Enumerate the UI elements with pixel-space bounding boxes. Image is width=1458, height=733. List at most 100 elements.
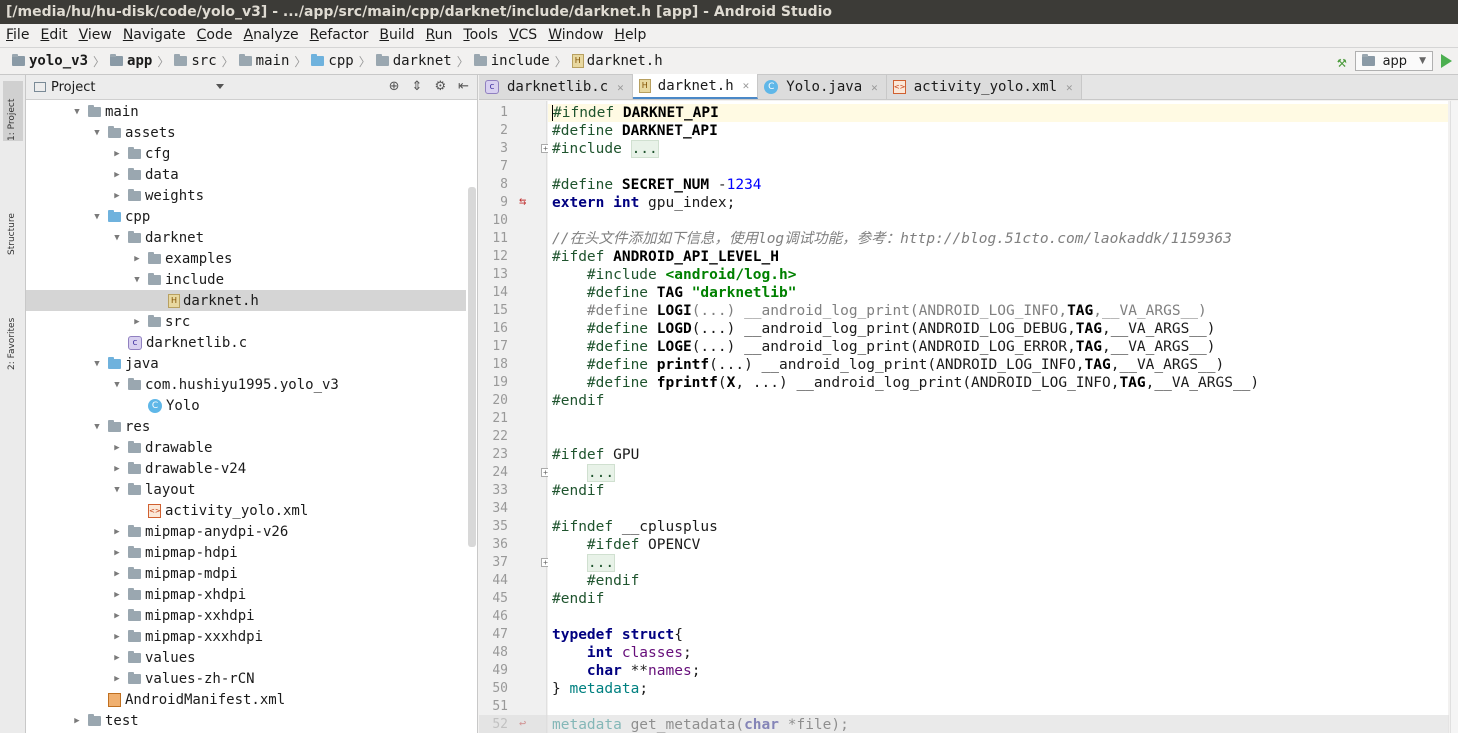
expand-arrow-down-icon[interactable]: ▼ (110, 380, 124, 390)
project-tree-scrollbar[interactable] (468, 187, 476, 547)
tree-item[interactable]: ▼ java (26, 353, 466, 374)
tree-item[interactable]: ▶ values-zh-rCN (26, 668, 466, 689)
expand-arrow-down-icon[interactable]: ▼ (110, 485, 124, 495)
tree-item[interactable]: ▶ drawable (26, 437, 466, 458)
tree-item[interactable]: ▶ test (26, 710, 466, 731)
tree-item[interactable]: ▶Hdarknet.h (26, 290, 466, 311)
expand-arrow-right-icon[interactable]: ▶ (110, 632, 124, 642)
tree-item[interactable]: ▶<>activity_yolo.xml (26, 500, 466, 521)
menu-run[interactable]: Run (426, 25, 453, 45)
tree-item[interactable]: ▶ mipmap-xhdpi (26, 584, 466, 605)
expand-arrow-right-icon[interactable]: ▶ (110, 674, 124, 684)
expand-arrow-right-icon[interactable]: ▶ (130, 317, 144, 327)
expand-arrow-right-icon[interactable]: ▶ (110, 653, 124, 663)
code-editor[interactable]: #ifndef DARKNET_API #define DARKNET_API #i… (548, 101, 1448, 733)
tree-item[interactable]: ▶AndroidManifest.xml (26, 689, 466, 710)
tree-item[interactable]: ▶ mipmap-hdpi (26, 542, 466, 563)
expand-arrow-right-icon[interactable]: ▶ (110, 443, 124, 453)
tree-item[interactable]: ▼ main (26, 101, 466, 122)
tool-tab-project[interactable]: 1: Project (3, 81, 23, 141)
breadcrumb-item[interactable]: cpp 〉 (311, 53, 375, 70)
editor-tab[interactable]: C Yolo.java ✕ (758, 75, 887, 99)
menu-tools[interactable]: Tools (463, 25, 498, 45)
menu-file[interactable]: File (6, 25, 29, 45)
editor-tab[interactable]: <> activity_yolo.xml ✕ (886, 75, 1082, 99)
expand-arrow-right-icon[interactable]: ▶ (110, 590, 124, 600)
expand-arrow-right-icon[interactable]: ▶ (70, 716, 84, 726)
expand-arrow-down-icon[interactable]: ▼ (110, 233, 124, 243)
expand-arrow-right-icon[interactable]: ▶ (110, 611, 124, 621)
tree-item[interactable]: ▶ src (26, 311, 466, 332)
menu-window[interactable]: Window (548, 25, 603, 45)
tree-item[interactable]: ▼ com.hushiyu1995.yolo_v3 (26, 374, 466, 395)
tree-item[interactable]: ▶ drawable-v24 (26, 458, 466, 479)
expand-arrow-down-icon[interactable]: ▼ (90, 359, 104, 369)
tree-item[interactable]: ▶ examples (26, 248, 466, 269)
tree-item[interactable]: ▶ cfg (26, 143, 466, 164)
tree-item[interactable]: ▶ values (26, 647, 466, 668)
run-configuration-select[interactable]: app ▼ (1354, 51, 1433, 71)
folded-code-placeholder[interactable]: ... (630, 140, 659, 158)
folded-code-placeholder[interactable]: ... (586, 554, 616, 572)
tool-tab-favorites[interactable]: 2: Favorites (3, 290, 23, 370)
breadcrumb-item[interactable]: include 〉 (473, 53, 572, 70)
expand-arrow-right-icon[interactable]: ▶ (110, 527, 124, 537)
editor-tab[interactable]: Hdarknet.h ✕ (632, 74, 759, 99)
editor-right-scroll-strip[interactable] (1450, 101, 1458, 733)
tree-item[interactable]: ▶ mipmap-mdpi (26, 563, 466, 584)
editor-tab[interactable]: c darknetlib.c ✕ (479, 75, 633, 99)
breadcrumb-item[interactable]: src 〉 (174, 53, 238, 70)
close-icon[interactable]: ✕ (1066, 81, 1073, 94)
navigate-declaration-icon[interactable]: ⇆ (519, 194, 526, 208)
expand-arrow-down-icon[interactable]: ▼ (90, 422, 104, 432)
tool-tab-structure[interactable]: Structure (3, 175, 23, 255)
collapse-all-icon[interactable]: ⇕ (412, 79, 423, 94)
close-icon[interactable]: ✕ (743, 79, 750, 92)
breadcrumb-item[interactable]: main 〉 (238, 53, 312, 70)
breadcrumb-item[interactable]: yolo_v3 〉 (12, 53, 110, 70)
expand-arrow-down-icon[interactable]: ▼ (70, 107, 84, 117)
editor-horizontal-scrollbar[interactable] (479, 715, 1449, 733)
menu-view[interactable]: View (79, 25, 112, 45)
tree-item[interactable]: ▼ cpp (26, 206, 466, 227)
run-play-icon[interactable] (1441, 54, 1452, 68)
breadcrumb-item[interactable]: darknet 〉 (375, 53, 474, 70)
tree-item[interactable]: ▶ weights (26, 185, 466, 206)
menu-analyze[interactable]: Analyze (243, 25, 298, 45)
expand-arrow-right-icon[interactable]: ▶ (110, 170, 124, 180)
menu-code[interactable]: Code (197, 25, 233, 45)
menu-build[interactable]: Build (379, 25, 414, 45)
tree-item[interactable]: ▼ include (26, 269, 466, 290)
gear-icon[interactable]: ⚙ (434, 79, 446, 94)
make-project-hammer-icon[interactable]: ⚒ (1337, 52, 1347, 71)
scroll-from-source-icon[interactable]: ⊕ (389, 79, 400, 94)
tree-item[interactable]: ▶cdarknetlib.c (26, 332, 466, 353)
expand-arrow-down-icon[interactable]: ▼ (130, 275, 144, 285)
chevron-down-icon[interactable] (216, 84, 224, 89)
tree-item[interactable]: ▶ mipmap-anydpi-v26 (26, 521, 466, 542)
expand-arrow-right-icon[interactable]: ▶ (110, 149, 124, 159)
close-icon[interactable]: ✕ (617, 81, 624, 94)
hide-panel-icon[interactable]: ⇤ (458, 79, 469, 94)
expand-arrow-right-icon[interactable]: ▶ (110, 191, 124, 201)
expand-arrow-down-icon[interactable]: ▼ (90, 212, 104, 222)
tree-item[interactable]: ▶CYolo (26, 395, 466, 416)
menu-vcs[interactable]: VCS (509, 25, 537, 45)
expand-arrow-right-icon[interactable]: ▶ (110, 569, 124, 579)
menu-refactor[interactable]: Refactor (310, 25, 369, 45)
tree-item[interactable]: ▼ layout (26, 479, 466, 500)
menu-edit[interactable]: Edit (40, 25, 67, 45)
tree-item[interactable]: ▼ res (26, 416, 466, 437)
folded-code-placeholder[interactable]: ... (586, 464, 616, 482)
menu-navigate[interactable]: Navigate (123, 25, 186, 45)
expand-arrow-right-icon[interactable]: ▶ (110, 464, 124, 474)
menu-help[interactable]: Help (614, 25, 646, 45)
breadcrumb-item[interactable]: app 〉 (110, 53, 174, 70)
expand-arrow-down-icon[interactable]: ▼ (90, 128, 104, 138)
tree-item[interactable]: ▶ data (26, 164, 466, 185)
project-panel-title[interactable]: Project (51, 80, 95, 95)
expand-arrow-right-icon[interactable]: ▶ (110, 548, 124, 558)
tree-item[interactable]: ▼ darknet (26, 227, 466, 248)
tree-item[interactable]: ▶ mipmap-xxxhdpi (26, 626, 466, 647)
close-icon[interactable]: ✕ (871, 81, 878, 94)
